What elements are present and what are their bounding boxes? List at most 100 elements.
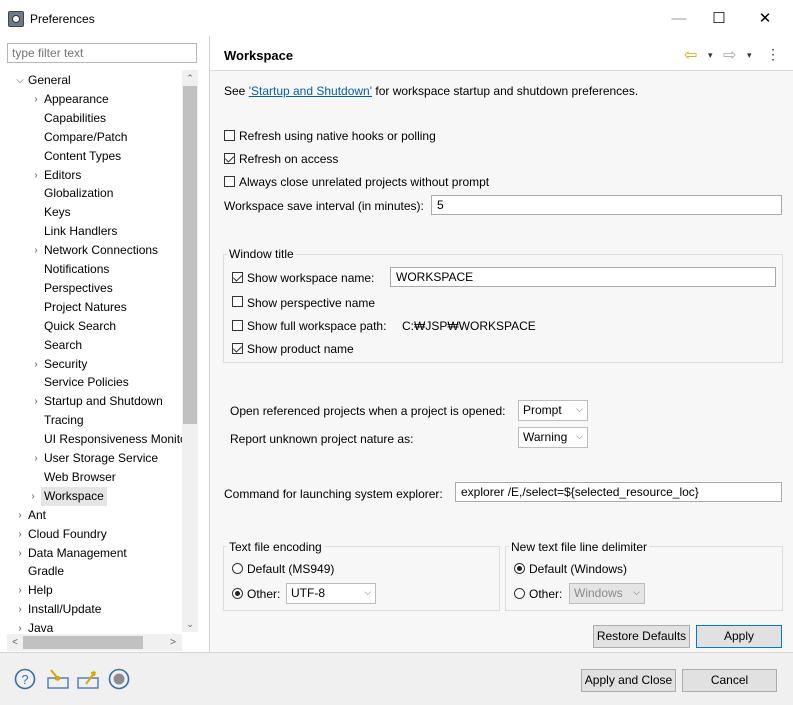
encoding-default-radio[interactable]: [232, 563, 243, 574]
tree-item-label: Link Handlers: [44, 224, 118, 239]
scroll-right-icon[interactable]: >: [165, 634, 181, 651]
tree-item[interactable]: › Help: [18, 581, 52, 600]
tree-item[interactable]: Service Policies: [44, 373, 129, 392]
tree-item[interactable]: Globalization: [44, 184, 113, 203]
tree-item[interactable]: Capabilities: [44, 109, 106, 128]
tree-item[interactable]: › Network Connections: [34, 241, 158, 260]
filter-input[interactable]: [7, 43, 197, 63]
tree-item[interactable]: › Startup and Shutdown: [34, 392, 162, 411]
cancel-button[interactable]: Cancel: [682, 669, 777, 692]
apply-button[interactable]: Apply: [696, 625, 782, 648]
tree-item[interactable]: Tracing: [44, 411, 84, 430]
scroll-thumb[interactable]: [183, 86, 197, 424]
tree-item[interactable]: Project Natures: [44, 298, 127, 317]
back-dropdown-icon[interactable]: ▾: [708, 50, 713, 61]
tree-item-label: Keys: [44, 205, 71, 220]
tree-item-label: Web Browser: [44, 469, 116, 484]
tree-item-label: Tracing: [44, 413, 84, 428]
apply-and-close-button[interactable]: Apply and Close: [581, 669, 676, 692]
tree-item[interactable]: › Security: [34, 355, 87, 374]
tree-item[interactable]: Content Types: [44, 147, 121, 166]
tree-item-label: Compare/Patch: [44, 129, 128, 144]
maximize-button[interactable]: ☐: [697, 6, 741, 32]
tree-item[interactable]: Keys: [44, 203, 71, 222]
record-icon[interactable]: [108, 668, 130, 690]
show-full-path-checkbox[interactable]: [232, 320, 243, 331]
tree-item[interactable]: › Cloud Foundry: [18, 525, 107, 544]
tree-item[interactable]: › Java: [18, 619, 53, 633]
page-header: Workspace ⇦ ▾ ⇨ ▾ ⋮: [210, 36, 793, 71]
startup-shutdown-link[interactable]: 'Startup and Shutdown': [249, 84, 372, 98]
tree-item[interactable]: › Editors: [34, 166, 81, 185]
encoding-other-radio[interactable]: [232, 588, 243, 599]
delimiter-default-radio[interactable]: [514, 563, 525, 574]
tree-item[interactable]: › Ant: [18, 506, 46, 525]
expand-right-icon[interactable]: ›: [15, 525, 25, 544]
expand-right-icon[interactable]: ›: [28, 487, 38, 506]
delimiter-other-radio[interactable]: [514, 588, 525, 599]
expand-down-icon[interactable]: ⌵: [15, 71, 25, 90]
back-arrow-icon[interactable]: ⇦: [684, 45, 697, 65]
tree-vertical-scrollbar[interactable]: ⌃ ⌄: [182, 70, 198, 632]
expand-right-icon[interactable]: ›: [31, 90, 41, 109]
restore-defaults-button[interactable]: Restore Defaults: [593, 625, 690, 648]
help-icon[interactable]: ?: [14, 668, 36, 690]
window-title-group-label: Window title: [227, 247, 296, 261]
expand-right-icon[interactable]: ›: [15, 544, 25, 563]
expand-right-icon[interactable]: ›: [31, 166, 41, 185]
tree-item[interactable]: Compare/Patch: [44, 128, 127, 147]
expand-right-icon[interactable]: ›: [31, 241, 41, 260]
report-unknown-select[interactable]: Warning ⌵: [518, 427, 588, 448]
refresh-access-checkbox[interactable]: [224, 153, 235, 164]
tree-item[interactable]: Notifications: [44, 260, 109, 279]
tree-item[interactable]: Perspectives: [44, 279, 113, 298]
tree-item[interactable]: › Workspace: [31, 486, 107, 506]
scroll-thumb-horizontal[interactable]: [23, 636, 143, 649]
forward-arrow-icon[interactable]: ⇨: [723, 45, 736, 65]
tree-item[interactable]: UI Responsiveness Monito: [44, 430, 182, 449]
show-perspective-name-checkbox[interactable]: [232, 296, 243, 307]
explorer-command-input[interactable]: explorer /E,/select=${selected_resource_…: [455, 482, 782, 502]
tree-horizontal-scrollbar[interactable]: < >: [7, 634, 182, 651]
encoding-select[interactable]: UTF-8 ⌵: [286, 583, 376, 604]
tree-item[interactable]: Gradle: [28, 562, 64, 581]
tree-item[interactable]: Quick Search: [44, 317, 116, 336]
expand-right-icon[interactable]: ›: [15, 600, 25, 619]
close-window-button[interactable]: ✕: [743, 6, 787, 32]
tree-item[interactable]: › Install/Update: [18, 600, 101, 619]
tree-item[interactable]: › Data Management: [18, 544, 126, 563]
delimiter-select[interactable]: Windows ⌵: [569, 583, 645, 604]
tree-item[interactable]: ⌵ General: [16, 71, 71, 90]
expand-right-icon[interactable]: ›: [15, 581, 25, 600]
text-encoding-group-label: Text file encoding: [227, 540, 324, 554]
tree-item-label: Cloud Foundry: [28, 526, 107, 541]
workspace-name-input[interactable]: WORKSPACE: [390, 267, 776, 287]
scroll-down-icon[interactable]: ⌄: [182, 616, 198, 632]
scroll-left-icon[interactable]: <: [7, 634, 23, 651]
show-workspace-name-checkbox[interactable]: [232, 272, 243, 283]
expand-right-icon[interactable]: ›: [31, 355, 41, 374]
tree-item-label: Search: [44, 337, 83, 352]
minimize-button[interactable]: —: [657, 6, 701, 32]
scroll-up-icon[interactable]: ⌃: [182, 70, 198, 86]
always-close-checkbox[interactable]: [224, 176, 235, 187]
save-interval-input[interactable]: 5: [431, 195, 782, 215]
delimiter-value: Windows: [574, 586, 623, 600]
tree-item[interactable]: Search: [44, 336, 82, 355]
show-product-name-checkbox[interactable]: [232, 343, 243, 354]
refresh-native-checkbox[interactable]: [224, 130, 235, 141]
expand-right-icon[interactable]: ›: [31, 392, 41, 411]
expand-right-icon[interactable]: ›: [15, 506, 25, 525]
expand-right-icon[interactable]: ›: [15, 619, 25, 633]
view-menu-icon[interactable]: ⋮: [766, 46, 780, 63]
forward-dropdown-icon[interactable]: ▾: [747, 50, 752, 61]
import-icon[interactable]: [46, 668, 69, 690]
tree-item[interactable]: › User Storage Service: [34, 449, 158, 468]
tree-item[interactable]: Web Browser: [44, 468, 116, 487]
tree-item[interactable]: › Appearance: [34, 90, 108, 109]
tree-item[interactable]: Link Handlers: [44, 222, 117, 241]
export-icon[interactable]: [76, 668, 99, 690]
expand-right-icon[interactable]: ›: [31, 449, 41, 468]
open-referenced-select[interactable]: Prompt ⌵: [518, 400, 588, 421]
chevron-down-icon: ⌵: [576, 404, 583, 414]
